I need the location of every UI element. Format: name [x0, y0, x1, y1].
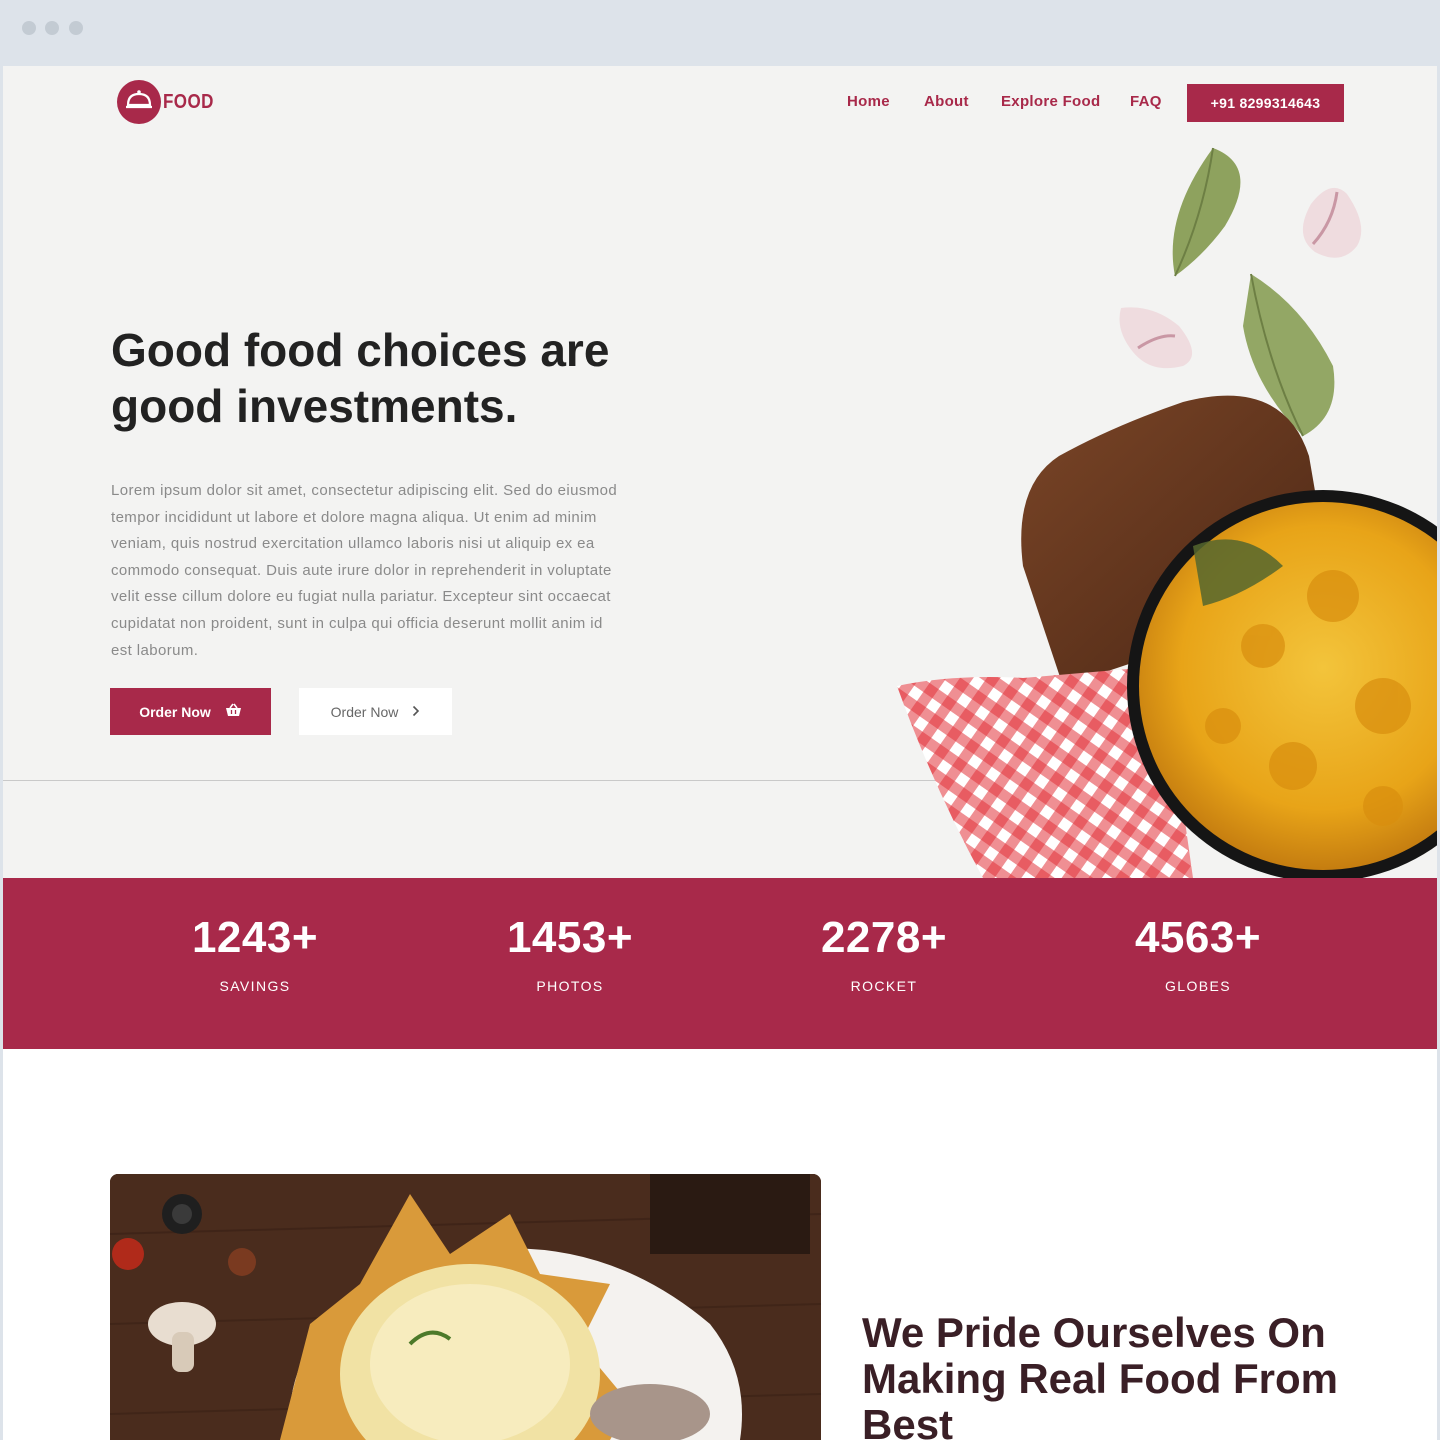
about-food-image	[110, 1174, 821, 1440]
order-now-secondary-label: Order Now	[330, 703, 399, 720]
stat-value: 1243+	[191, 913, 319, 962]
about-title: We Pride Ourselves On Making Real Food F…	[862, 1309, 1339, 1440]
stat-rocket: 2278+ ROCKET	[774, 912, 994, 994]
nav-about[interactable]: About	[924, 93, 969, 110]
nav-home[interactable]: Home	[847, 93, 890, 110]
chevron-right-icon	[412, 704, 420, 720]
hero-title: Good food choices are good investments.	[111, 324, 610, 432]
window-dot-icon[interactable]	[22, 21, 36, 35]
nav-explore-food[interactable]: Explore Food	[1001, 93, 1100, 110]
main-nav: Home About Explore Food FAQ +91 82993146…	[3, 84, 1437, 122]
stat-value: 4563+	[1134, 913, 1262, 962]
stat-label: GLOBES	[1165, 978, 1231, 994]
hero-section: FOOD Home About Explore Food FAQ +91 829…	[3, 66, 1437, 878]
basket-icon	[225, 703, 242, 720]
stat-value: 1453+	[506, 913, 634, 962]
hero-description: Lorem ipsum dolor sit amet, consectetur …	[111, 482, 618, 659]
browser-toolbar	[0, 0, 1440, 66]
stat-label: SAVINGS	[219, 978, 291, 994]
stat-value: 2278+	[820, 913, 948, 962]
stat-label: ROCKET	[850, 978, 918, 994]
window-dot-icon[interactable]	[45, 21, 59, 35]
stat-savings: 1243+ SAVINGS	[145, 912, 365, 994]
nav-faq[interactable]: FAQ	[1130, 93, 1162, 110]
order-now-secondary-button[interactable]: Order Now	[299, 688, 452, 735]
stats-section: 1243+ SAVINGS 1453+ PHOTOS 2278+ ROCKET …	[3, 878, 1437, 1049]
hero-food-image	[863, 126, 1437, 878]
order-now-label: Order Now	[139, 703, 211, 720]
phone-button[interactable]: +91 8299314643	[1187, 84, 1344, 122]
window-dot-icon[interactable]	[69, 21, 83, 35]
stat-label: PHOTOS	[536, 978, 604, 994]
order-now-button[interactable]: Order Now	[110, 688, 271, 735]
stat-globes: 4563+ GLOBES	[1088, 912, 1308, 994]
stat-photos: 1453+ PHOTOS	[460, 912, 680, 994]
